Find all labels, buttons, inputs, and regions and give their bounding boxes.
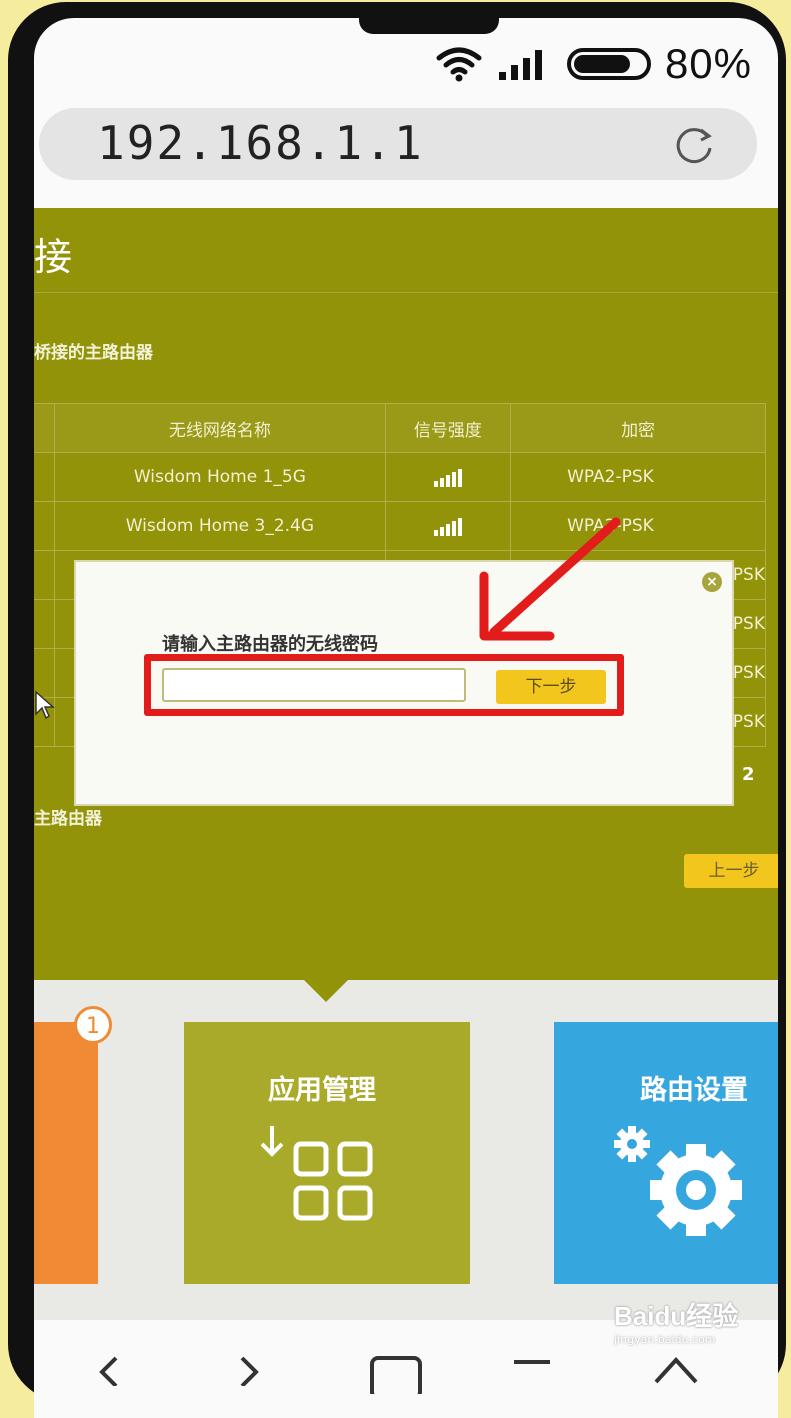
radio-cell[interactable] [34, 599, 56, 649]
tile-orange[interactable] [34, 1022, 98, 1284]
ssid-cell: Wisdom Home 3_2.4G [54, 501, 386, 551]
status-bar: 80% [435, 40, 752, 88]
baidu-watermark: Baidu经验 jingyan.baidu.com [614, 1296, 778, 1364]
notification-badge: 1 [74, 1006, 112, 1044]
tile-router-settings-label: 路由设置 [640, 1075, 748, 1106]
close-icon[interactable]: × [702, 572, 722, 592]
column-header-encryption: 加密 [510, 403, 766, 453]
watermark-logo: Baidu经验 [614, 1301, 739, 1331]
battery-percent: 80% [664, 40, 752, 87]
radio-cell[interactable] [34, 550, 56, 600]
table-row[interactable]: Wisdom Home 3_2.4G WPA2-PSK [34, 501, 766, 551]
previous-step-button[interactable]: 上一步 [684, 854, 778, 888]
tile-app-management[interactable]: 应用管理 [184, 1022, 470, 1284]
wifi-icon [436, 47, 482, 82]
mouse-cursor-icon [35, 690, 55, 720]
reload-icon[interactable] [671, 122, 717, 168]
signal-cell [384, 452, 512, 502]
ssid-cell: Wisdom Home 1_5G [54, 452, 386, 502]
column-header [34, 403, 56, 453]
bottom-tiles: 1 应用管理 路由设置 [34, 980, 778, 1320]
page-title: 接 [34, 235, 73, 279]
divider [34, 292, 778, 293]
tabs-icon[interactable] [370, 1354, 422, 1394]
phone-screen: 80% 192.168.1.1 接 桥接的主路由器 无线网络名称 信号强度 加密 [34, 18, 778, 1418]
column-header-ssid: 无线网络名称 [54, 403, 386, 453]
section-title-2: 主路由器 [34, 809, 102, 829]
signal-strength-icon [433, 516, 463, 536]
tile-router-settings[interactable]: 路由设置 [554, 1022, 778, 1284]
gear-icon [614, 1126, 742, 1236]
apps-grid-icon [260, 1126, 373, 1221]
password-label: 请输入主路由器的无线密码 [162, 634, 378, 655]
annotation-arrow-icon [479, 517, 621, 641]
tab-pointer [304, 980, 348, 1002]
back-icon[interactable] [94, 1356, 124, 1386]
address-bar[interactable]: 192.168.1.1 [39, 108, 757, 180]
battery-fill [573, 55, 630, 73]
signal-icon [498, 50, 542, 80]
tile-app-management-label: 应用管理 [268, 1075, 376, 1106]
url-text[interactable]: 192.168.1.1 [97, 116, 424, 170]
radio-cell[interactable] [34, 452, 56, 502]
encryption-cell: WPA2-PSK [510, 452, 766, 502]
menu-icon[interactable] [512, 1358, 552, 1378]
radio-cell[interactable] [34, 501, 56, 551]
table-row[interactable]: Wisdom Home 1_5G WPA2-PSK [34, 452, 766, 502]
table-header-row: 无线网络名称 信号强度 加密 [34, 403, 766, 453]
watermark-url: jingyan.baidu.com [614, 1333, 716, 1346]
forward-icon[interactable] [234, 1356, 264, 1386]
battery-icon [566, 48, 651, 80]
pagination-page[interactable]: 2 [742, 764, 755, 785]
phone-frame: 80% 192.168.1.1 接 桥接的主路由器 无线网络名称 信号强度 加密 [8, 2, 786, 1418]
section-title: 桥接的主路由器 [34, 343, 153, 363]
annotation-highlight-box [144, 654, 624, 716]
notch [359, 18, 499, 34]
signal-strength-icon [433, 467, 463, 487]
column-header-signal: 信号强度 [384, 403, 512, 453]
